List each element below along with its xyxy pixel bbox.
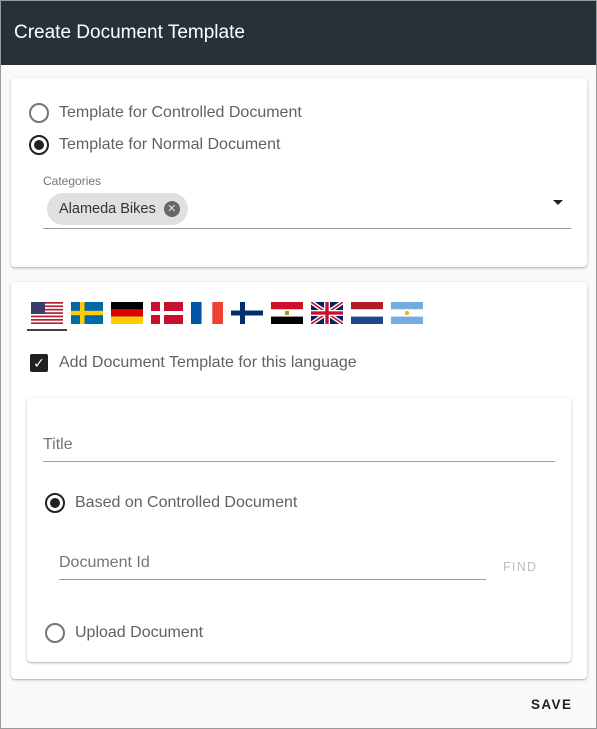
selected-language-indicator: [27, 329, 67, 331]
template-form-card: Title Based on Controlled Document Docum…: [27, 398, 571, 662]
radio-button[interactable]: [45, 623, 65, 643]
egypt-flag[interactable]: [271, 302, 303, 324]
chip-label: Alameda Bikes: [59, 201, 156, 217]
radio-label: Upload Document: [75, 624, 204, 641]
document-id-input[interactable]: Document Id: [59, 554, 150, 572]
categories-select-underline[interactable]: [43, 228, 571, 229]
denmark-flag[interactable]: [151, 302, 183, 324]
title-input[interactable]: Title: [43, 436, 73, 454]
radio-label: Template for Controlled Document: [59, 104, 302, 121]
uk-flag[interactable]: [311, 302, 343, 324]
create-template-dialog: Create Document Template Template for Co…: [0, 0, 597, 729]
argentina-flag[interactable]: [391, 302, 423, 324]
cancel-circle-icon[interactable]: ✕: [163, 201, 180, 217]
radio-based-on-controlled[interactable]: Based on Controlled Document: [45, 493, 297, 513]
add-template-language-label: Add Document Template for this language: [59, 354, 357, 371]
radio-label: Based on Controlled Document: [75, 494, 298, 511]
template-type-card: Template for Controlled Document Templat…: [11, 78, 587, 267]
find-button[interactable]: FIND: [503, 560, 537, 574]
us-flag[interactable]: [31, 302, 63, 324]
title-input-underline[interactable]: [43, 461, 555, 462]
finland-flag[interactable]: [231, 302, 263, 324]
language-card: ✓ Add Document Template for this languag…: [11, 282, 587, 679]
dialog-title: Create Document Template: [14, 22, 245, 43]
france-flag[interactable]: [191, 302, 223, 324]
caret-down-icon[interactable]: [553, 200, 563, 205]
sweden-flag[interactable]: [71, 302, 103, 324]
radio-button[interactable]: [29, 103, 49, 123]
radio-label: Template for Normal Document: [59, 136, 281, 153]
radio-upload-document[interactable]: Upload Document: [45, 623, 203, 643]
category-chip: Alameda Bikes ✕: [47, 193, 188, 225]
add-template-language-checkbox[interactable]: ✓: [30, 354, 48, 372]
radio-normal-document[interactable]: Template for Normal Document: [29, 135, 280, 155]
radio-controlled-document[interactable]: Template for Controlled Document: [29, 103, 302, 123]
dialog-header: Create Document Template: [1, 1, 596, 65]
radio-button[interactable]: [45, 493, 65, 513]
netherlands-flag[interactable]: [351, 302, 383, 324]
germany-flag[interactable]: [111, 302, 143, 324]
save-button[interactable]: SAVE: [531, 697, 572, 712]
document-id-underline[interactable]: [59, 579, 486, 580]
radio-button[interactable]: [29, 135, 49, 155]
categories-label: Categories: [43, 174, 102, 188]
